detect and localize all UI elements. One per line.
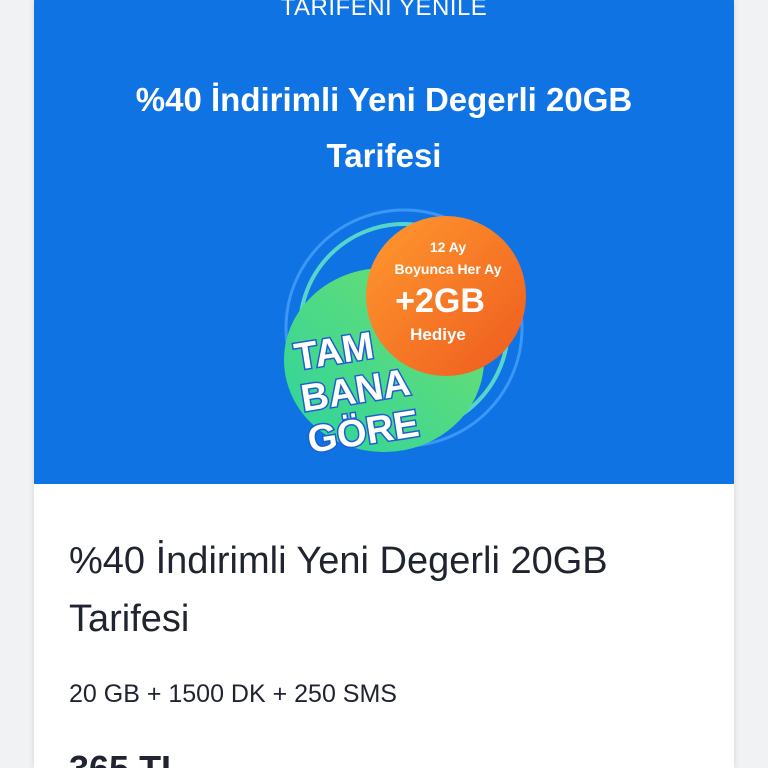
badge-gift: Hediye xyxy=(410,325,466,344)
plan-price: 365 TL xyxy=(69,748,183,768)
badge-line1: 12 Ay xyxy=(430,239,467,255)
tariff-info: %40 İndirimli Yeni Degerli 20GB Tarifesi… xyxy=(34,484,734,768)
plan-title: %40 İndirimli Yeni Degerli 20GB Tarifesi xyxy=(69,540,608,640)
hero-title: %40 İndirimli Yeni Degerli 20GB Tarifesi xyxy=(135,81,633,174)
tariff-hero-banner: TARİFENİ YENİLE %40 İndirimli Yeni Deger… xyxy=(34,0,734,484)
badge-line2: Boyunca Her Ay xyxy=(394,261,501,277)
plan-features: 20 GB + 1500 DK + 250 SMS xyxy=(69,680,397,708)
renew-tariff-label: TARİFENİ YENİLE xyxy=(280,0,488,21)
campaign-badge-graphic: 12 Ay Boyunca Her Ay +2GB Hediye TAM BAN… xyxy=(284,208,526,463)
tariff-card[interactable]: TARİFENİ YENİLE %40 İndirimli Yeni Deger… xyxy=(34,0,734,768)
campaign-badge: 12 Ay Boyunca Her Ay +2GB Hediye TAM BAN… xyxy=(254,200,544,480)
badge-amount: +2GB xyxy=(395,282,485,320)
